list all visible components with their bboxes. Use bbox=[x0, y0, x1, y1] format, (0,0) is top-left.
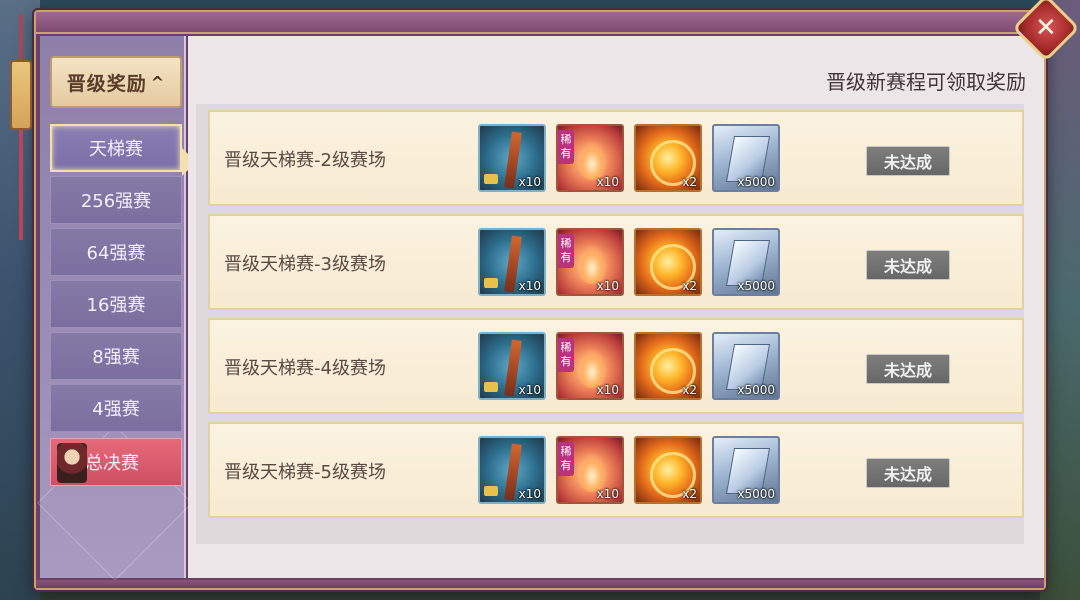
reward-row: 晋级天梯赛-4级赛场 x10 稀有 x10 x2 x5000 未达成 bbox=[208, 318, 1024, 414]
rare-badge: 稀有 bbox=[558, 338, 574, 372]
staff-item-icon[interactable]: x10 bbox=[478, 228, 546, 296]
background-right bbox=[1040, 0, 1080, 600]
lantern-icon bbox=[10, 60, 32, 130]
orb-item-icon[interactable]: x2 bbox=[634, 228, 702, 296]
token-item-icon[interactable]: x5000 bbox=[712, 124, 780, 192]
row-label: 晋级天梯赛-3级赛场 bbox=[224, 254, 386, 275]
status-button[interactable]: 未达成 bbox=[866, 250, 950, 280]
sidebar-item-label: 256强赛 bbox=[80, 191, 152, 212]
row-label: 晋级天梯赛-4级赛场 bbox=[224, 358, 386, 379]
reward-panel: 晋级奖励 ^ 天梯赛 256强赛 64强赛 16强赛 8强赛 4强赛 总决赛 晋… bbox=[34, 10, 1046, 590]
item-quantity: x5000 bbox=[737, 175, 775, 189]
sidebar-item-label: 8强赛 bbox=[92, 347, 140, 368]
sidebar-item-top16[interactable]: 16强赛 bbox=[50, 280, 182, 328]
orb-item-icon[interactable]: x2 bbox=[634, 124, 702, 192]
item-quantity: x2 bbox=[682, 487, 697, 501]
sidebar-item-label: 64强赛 bbox=[86, 243, 146, 264]
page-title: 晋级新赛程可领取奖励 bbox=[826, 70, 1026, 94]
status-button[interactable]: 未达成 bbox=[866, 354, 950, 384]
reward-items: x10 稀有 x10 x2 x5000 bbox=[478, 436, 780, 504]
status-button[interactable]: 未达成 bbox=[866, 146, 950, 176]
sidebar-item-label: 16强赛 bbox=[86, 295, 146, 316]
close-icon: ✕ bbox=[1035, 12, 1057, 43]
reward-list[interactable]: 晋级天梯赛-2级赛场 x10 稀有 x10 x2 x5000 未达成 晋级天梯赛… bbox=[196, 104, 1024, 544]
rare-badge: 稀有 bbox=[558, 442, 574, 476]
flame-item-icon[interactable]: 稀有 x10 bbox=[556, 436, 624, 504]
chevron-up-icon: ^ bbox=[150, 72, 166, 92]
item-quantity: x10 bbox=[596, 175, 619, 189]
item-quantity: x10 bbox=[518, 175, 541, 189]
row-label: 晋级天梯赛-2级赛场 bbox=[224, 150, 386, 171]
hero-avatar bbox=[57, 443, 87, 483]
flame-item-icon[interactable]: 稀有 x10 bbox=[556, 332, 624, 400]
orb-item-icon[interactable]: x2 bbox=[634, 332, 702, 400]
staff-item-icon[interactable]: x10 bbox=[478, 124, 546, 192]
sidebar: 晋级奖励 ^ 天梯赛 256强赛 64强赛 16强赛 8强赛 4强赛 总决赛 bbox=[37, 36, 196, 581]
item-quantity: x10 bbox=[518, 487, 541, 501]
row-label: 晋级天梯赛-5级赛场 bbox=[224, 462, 386, 483]
flame-item-icon[interactable]: 稀有 x10 bbox=[556, 124, 624, 192]
reward-row: 晋级天梯赛-3级赛场 x10 稀有 x10 x2 x5000 未达成 bbox=[208, 214, 1024, 310]
item-quantity: x5000 bbox=[737, 279, 775, 293]
panel-bottom-bar bbox=[36, 580, 1044, 588]
sidebar-item-top256[interactable]: 256强赛 bbox=[50, 176, 182, 224]
promotion-reward-header[interactable]: 晋级奖励 ^ bbox=[50, 56, 182, 108]
sidebar-item-finals[interactable]: 总决赛 bbox=[50, 438, 182, 486]
main-content: 晋级新赛程可领取奖励 晋级天梯赛-2级赛场 x10 稀有 x10 x2 x500… bbox=[188, 36, 1044, 578]
item-quantity: x5000 bbox=[737, 383, 775, 397]
token-item-icon[interactable]: x5000 bbox=[712, 436, 780, 504]
item-quantity: x10 bbox=[596, 487, 619, 501]
item-quantity: x5000 bbox=[737, 487, 775, 501]
reward-row: 晋级天梯赛-2级赛场 x10 稀有 x10 x2 x5000 未达成 bbox=[208, 110, 1024, 206]
reward-row: 晋级天梯赛-5级赛场 x10 稀有 x10 x2 x5000 未达成 bbox=[208, 422, 1024, 518]
token-item-icon[interactable]: x5000 bbox=[712, 332, 780, 400]
sidebar-item-top8[interactable]: 8强赛 bbox=[50, 332, 182, 380]
sidebar-item-ladder[interactable]: 天梯赛 bbox=[50, 124, 182, 172]
lantern-rope bbox=[19, 14, 23, 64]
staff-item-icon[interactable]: x10 bbox=[478, 436, 546, 504]
sidebar-item-top64[interactable]: 64强赛 bbox=[50, 228, 182, 276]
item-quantity: x10 bbox=[596, 279, 619, 293]
staff-item-icon[interactable]: x10 bbox=[478, 332, 546, 400]
header-label: 晋级奖励 bbox=[66, 72, 147, 95]
item-quantity: x10 bbox=[518, 383, 541, 397]
reward-items: x10 稀有 x10 x2 x5000 bbox=[478, 332, 780, 400]
reward-items: x10 稀有 x10 x2 x5000 bbox=[478, 124, 780, 192]
token-item-icon[interactable]: x5000 bbox=[712, 228, 780, 296]
item-quantity: x2 bbox=[682, 175, 697, 189]
item-quantity: x10 bbox=[596, 383, 619, 397]
lantern-tassel bbox=[19, 130, 23, 240]
orb-item-icon[interactable]: x2 bbox=[634, 436, 702, 504]
sidebar-item-label: 天梯赛 bbox=[89, 139, 143, 160]
flame-item-icon[interactable]: 稀有 x10 bbox=[556, 228, 624, 296]
sidebar-item-label: 4强赛 bbox=[92, 399, 140, 420]
item-quantity: x2 bbox=[682, 279, 697, 293]
item-quantity: x2 bbox=[682, 383, 697, 397]
rare-badge: 稀有 bbox=[558, 130, 574, 164]
sidebar-item-label: 总决赛 bbox=[85, 453, 139, 474]
sidebar-item-top4[interactable]: 4强赛 bbox=[50, 384, 182, 432]
status-button[interactable]: 未达成 bbox=[866, 458, 950, 488]
panel-top-bar bbox=[36, 12, 1044, 34]
item-quantity: x10 bbox=[518, 279, 541, 293]
rare-badge: 稀有 bbox=[558, 234, 574, 268]
reward-items: x10 稀有 x10 x2 x5000 bbox=[478, 228, 780, 296]
